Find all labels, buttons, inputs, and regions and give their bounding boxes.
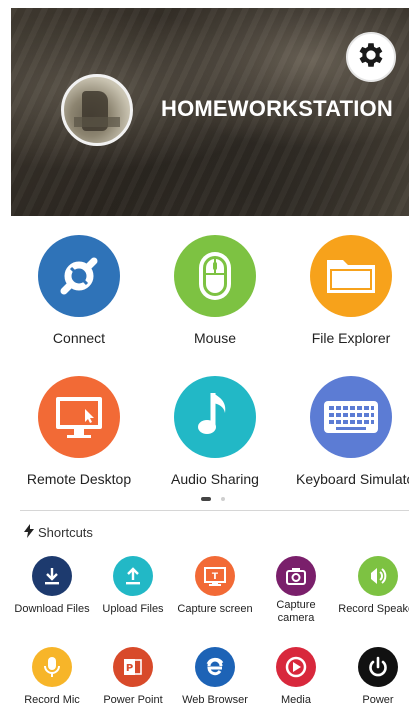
- shortcut-power[interactable]: Power: [333, 647, 409, 707]
- shortcut-label: Download Files: [14, 603, 90, 615]
- app-remote-desktop[interactable]: Remote Desktop: [24, 376, 134, 487]
- camera-icon: [276, 556, 316, 596]
- powerpoint-icon: P: [113, 647, 153, 687]
- app-keyboard-simulator[interactable]: Keyboard Simulator: [296, 376, 409, 487]
- divider: [20, 510, 409, 511]
- computer-avatar[interactable]: [61, 74, 133, 146]
- svg-text:T: T: [212, 572, 219, 582]
- speaker-icon: [358, 556, 398, 596]
- shortcut-record-mic[interactable]: Record Mic: [7, 647, 97, 707]
- gear-icon: [355, 39, 387, 76]
- shortcut-label: Record Mic: [24, 694, 80, 706]
- app-label: Audio Sharing: [171, 471, 259, 487]
- power-icon: [358, 647, 398, 687]
- app-label: Remote Desktop: [26, 471, 132, 487]
- monitor-icon: [38, 376, 120, 458]
- shortcut-label: Capture screen: [177, 603, 253, 615]
- page-dot[interactable]: [221, 497, 225, 501]
- shortcut-record-speaker[interactable]: Record Speaker: [333, 556, 409, 616]
- shortcut-label: Web Browser: [182, 694, 248, 706]
- svg-text:P: P: [126, 663, 133, 674]
- shortcut-label: Power: [362, 694, 394, 706]
- capture-screen-icon: T: [195, 556, 235, 596]
- page-indicator: [0, 497, 409, 503]
- music-note-icon: [174, 376, 256, 458]
- keyboard-icon: [310, 376, 392, 458]
- shortcut-label: Power Point: [103, 694, 163, 706]
- shortcut-capture-camera[interactable]: Capture camera: [251, 556, 341, 625]
- app-mouse[interactable]: Mouse: [160, 235, 270, 346]
- app-audio-sharing[interactable]: Audio Sharing: [160, 376, 270, 487]
- lightning-icon: [24, 524, 34, 541]
- shortcut-label: Media: [281, 694, 311, 706]
- settings-button[interactable]: [346, 32, 396, 82]
- app-connect[interactable]: Connect: [24, 235, 134, 346]
- app-label: Mouse: [193, 330, 237, 346]
- app-label: File Explorer: [311, 330, 391, 346]
- mouse-icon: [174, 235, 256, 317]
- web-browser-icon: [195, 647, 235, 687]
- computer-name: HOMEWORKSTATION: [161, 96, 393, 121]
- shortcut-label: Capture camera: [276, 599, 316, 624]
- shortcut-power-point[interactable]: P Power Point: [88, 647, 178, 707]
- computer-header: HOMEWORKSTATION: [11, 8, 409, 216]
- shortcut-web-browser[interactable]: Web Browser: [170, 647, 260, 707]
- folder-icon: [310, 235, 392, 317]
- shortcut-download-files[interactable]: Download Files: [7, 556, 97, 616]
- shortcuts-title: Shortcuts: [38, 525, 93, 540]
- app-label: Keyboard Simulator: [296, 471, 409, 487]
- app-label: Connect: [52, 330, 106, 346]
- app-file-explorer[interactable]: File Explorer: [296, 235, 406, 346]
- page-dot-active[interactable]: [201, 497, 211, 501]
- media-play-icon: [276, 647, 316, 687]
- shortcut-capture-screen[interactable]: T Capture screen: [170, 556, 260, 616]
- download-icon: [32, 556, 72, 596]
- connect-icon: [38, 235, 120, 317]
- shortcuts-heading: Shortcuts: [24, 524, 93, 541]
- shortcut-label: Record Speaker: [338, 603, 409, 615]
- shortcut-upload-files[interactable]: Upload Files: [88, 556, 178, 616]
- microphone-icon: [32, 647, 72, 687]
- shortcut-label: Upload Files: [102, 603, 164, 615]
- shortcut-media[interactable]: Media: [251, 647, 341, 707]
- upload-icon: [113, 556, 153, 596]
